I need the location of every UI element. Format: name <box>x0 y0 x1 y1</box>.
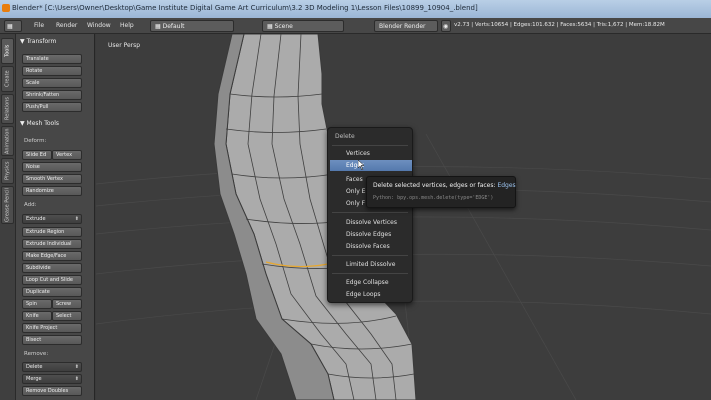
bisect-button[interactable]: Bisect <box>22 335 82 345</box>
render-engine-select[interactable]: Blender Render <box>374 20 438 32</box>
tab-relations[interactable]: Relations <box>1 94 14 124</box>
knife-project-button[interactable]: Knife Project <box>22 323 82 333</box>
tooltip-description: Delete selected vertices, edges or faces… <box>373 182 516 189</box>
render-engine-value: Blender Render <box>379 23 426 30</box>
extrude-select[interactable]: Extrude ⬍ <box>22 214 82 224</box>
updown-arrows-icon: ⬍ <box>74 376 79 382</box>
window-title: Blender* [C:\Users\Owner\Desktop\Game In… <box>12 4 478 12</box>
menu-item-limited-dissolve[interactable]: Limited Dissolve <box>330 259 412 270</box>
menu-item-edge-loops[interactable]: Edge Loops <box>330 289 412 300</box>
remove-doubles-button[interactable]: Remove Doubles <box>22 386 82 396</box>
delete-popup-menu: Delete Vertices Edges Faces Only E Only … <box>327 127 413 303</box>
tab-animation[interactable]: Animation <box>1 126 14 156</box>
menu-separator <box>332 255 408 256</box>
push-pull-button[interactable]: Push/Pull <box>22 102 82 112</box>
translate-button[interactable]: Translate <box>22 54 82 64</box>
menu-item-dissolve-faces[interactable]: Dissolve Faces <box>330 241 412 252</box>
toolshelf-tabs: Tools Create Relations Animation Physics… <box>0 34 16 400</box>
tab-create[interactable]: Create <box>1 66 14 92</box>
view-label: User Persp <box>108 42 141 49</box>
menu-item-dissolve-vertices[interactable]: Dissolve Vertices <box>330 217 412 228</box>
editor-type-icon[interactable]: ▦ <box>4 20 22 32</box>
shrink-fatten-button[interactable]: Shrink/Fatten <box>22 90 82 100</box>
tooltip-python: Python: bpy.ops.mesh.delete(type='EDGE') <box>373 195 494 201</box>
menu-separator <box>332 145 408 146</box>
tooltip-text: Delete selected vertices, edges or faces… <box>373 182 496 189</box>
menu-item-vertices[interactable]: Vertices <box>330 148 412 159</box>
menu-item-dissolve-edges[interactable]: Dissolve Edges <box>330 229 412 240</box>
smooth-vertex-button[interactable]: Smooth Vertex <box>22 174 82 184</box>
screw-button[interactable]: Screw <box>52 299 82 309</box>
menu-file[interactable]: File <box>34 22 44 29</box>
knife-button[interactable]: Knife <box>22 311 52 321</box>
make-edge-face-button[interactable]: Make Edge/Face <box>22 251 82 261</box>
mouse-cursor-icon <box>358 160 365 170</box>
blender-logo-icon: ◉ <box>441 20 451 32</box>
scene-value: Scene <box>274 23 293 30</box>
operator-tooltip: Delete selected vertices, edges or faces… <box>366 176 516 208</box>
loop-cut-slide-button[interactable]: Loop Cut and Slide <box>22 275 82 285</box>
remove-label: Remove: <box>24 351 49 357</box>
updown-arrows-icon: ⬍ <box>74 216 79 222</box>
merge-select[interactable]: Merge ⬍ <box>22 374 82 384</box>
tool-shelf: ▼ Transform Translate Rotate Scale Shrin… <box>16 34 95 400</box>
knife-select-button[interactable]: Select <box>52 311 82 321</box>
tab-tools[interactable]: Tools <box>1 38 14 64</box>
delete-menu-title: Delete <box>335 133 355 140</box>
subdivide-button[interactable]: Subdivide <box>22 263 82 273</box>
menu-help[interactable]: Help <box>120 22 134 29</box>
extrude-region-button[interactable]: Extrude Region <box>22 227 82 237</box>
window-titlebar: Blender* [C:\Users\Owner\Desktop\Game In… <box>0 0 711 18</box>
add-label: Add: <box>24 202 37 208</box>
menu-item-edges[interactable]: Edges <box>330 160 412 171</box>
screen-layout-select[interactable]: ▦ Default <box>150 20 234 32</box>
noise-button[interactable]: Noise <box>22 162 82 172</box>
randomize-button[interactable]: Randomize <box>22 186 82 196</box>
delete-select[interactable]: Delete ⬍ <box>22 362 82 372</box>
scale-button[interactable]: Scale <box>22 78 82 88</box>
updown-arrows-icon: ⬍ <box>74 364 79 370</box>
extrude-individual-button[interactable]: Extrude Individual <box>22 239 82 249</box>
tab-physics[interactable]: Physics <box>1 158 14 184</box>
menu-window[interactable]: Window <box>87 22 111 29</box>
delete-select-value: Delete <box>26 364 43 370</box>
mesh-tools-panel-header[interactable]: ▼ Mesh Tools <box>20 120 59 127</box>
rotate-button[interactable]: Rotate <box>22 66 82 76</box>
slide-edge-button[interactable]: Slide Ed <box>22 150 52 160</box>
menu-item-edge-collapse[interactable]: Edge Collapse <box>330 277 412 288</box>
spin-button[interactable]: Spin <box>22 299 52 309</box>
transform-panel-header[interactable]: ▼ Transform <box>20 38 56 45</box>
tab-grease-pencil[interactable]: Grease Pencil <box>1 186 14 224</box>
info-header: ▦ File Render Window Help ▦ Default ▦ Sc… <box>0 18 711 34</box>
deform-label: Deform: <box>24 138 47 144</box>
blender-app-icon <box>2 4 10 12</box>
menu-render[interactable]: Render <box>56 22 77 29</box>
screen-layout-value: Default <box>162 23 185 30</box>
menu-separator <box>332 212 408 213</box>
scene-stats: v2.73 | Verts:10654 | Edges:101.632 | Fa… <box>454 22 665 28</box>
tooltip-highlight: Edges <box>497 182 516 189</box>
merge-select-value: Merge <box>26 376 42 382</box>
menu-separator <box>332 273 408 274</box>
duplicate-button[interactable]: Duplicate <box>22 287 82 297</box>
extrude-select-value: Extrude <box>26 216 46 222</box>
scene-select[interactable]: ▦ Scene <box>262 20 344 32</box>
vertex-slide-button[interactable]: Vertex <box>52 150 82 160</box>
